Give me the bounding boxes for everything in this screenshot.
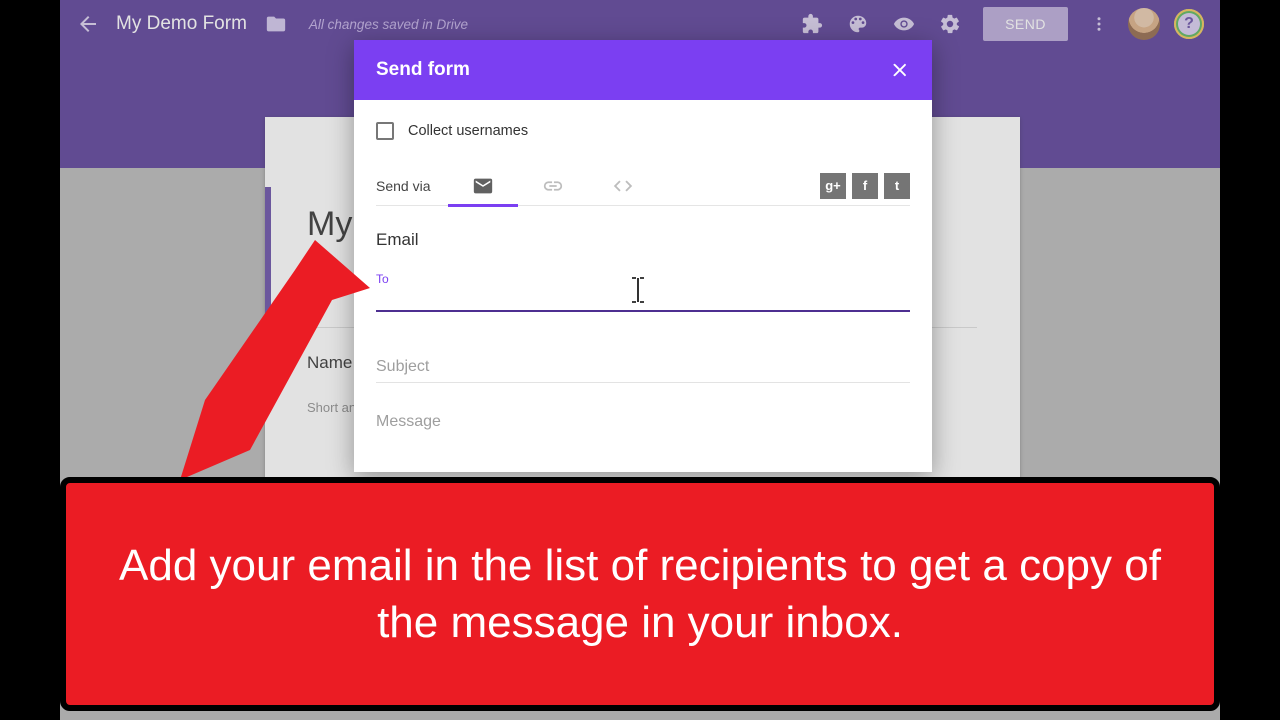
subject-placeholder: Subject — [376, 358, 429, 375]
more-vert-icon[interactable] — [1090, 13, 1108, 35]
question-type-fragment: Short an — [307, 400, 356, 415]
to-field[interactable]: To — [376, 272, 910, 312]
share-facebook-icon[interactable]: f — [852, 173, 878, 199]
instruction-text: Add your email in the list of recipients… — [92, 537, 1188, 651]
collect-usernames-row[interactable]: Collect usernames — [376, 114, 910, 148]
help-icon[interactable]: ? — [1174, 9, 1204, 39]
settings-gear-icon[interactable] — [939, 13, 961, 35]
tab-embed[interactable] — [588, 166, 658, 206]
tab-email[interactable] — [448, 166, 518, 206]
instruction-banner: Add your email in the list of recipients… — [60, 477, 1220, 711]
share-googleplus-icon[interactable]: g+ — [820, 173, 846, 199]
palette-icon[interactable] — [847, 13, 869, 35]
save-status: All changes saved in Drive — [309, 17, 468, 32]
account-avatar[interactable] — [1128, 8, 1160, 40]
message-field[interactable]: Message — [376, 413, 910, 431]
send-form-dialog: Send form Collect usernames Send via — [354, 40, 932, 472]
document-title[interactable]: My Demo Form — [116, 13, 247, 35]
close-icon[interactable] — [890, 60, 910, 80]
back-arrow-icon[interactable] — [76, 12, 100, 36]
tab-link[interactable] — [518, 166, 588, 206]
embed-icon — [612, 175, 634, 197]
share-twitter-icon[interactable]: t — [884, 173, 910, 199]
subject-field[interactable]: Subject — [376, 358, 910, 383]
collect-usernames-label: Collect usernames — [408, 123, 528, 139]
to-label: To — [376, 272, 910, 286]
dialog-title: Send form — [376, 59, 470, 81]
email-section-heading: Email — [376, 230, 910, 250]
email-icon — [472, 175, 494, 197]
folder-icon[interactable] — [265, 13, 287, 35]
addons-icon[interactable] — [801, 13, 823, 35]
form-accent-bar — [265, 187, 271, 317]
to-input[interactable] — [376, 286, 910, 312]
send-via-label: Send via — [376, 178, 430, 194]
message-placeholder: Message — [376, 413, 441, 430]
link-icon — [542, 175, 564, 197]
preview-eye-icon[interactable] — [893, 13, 915, 35]
dialog-header: Send form — [354, 40, 932, 100]
form-desc-fragment: Form de — [307, 272, 355, 287]
question-title-fragment: Name — [307, 353, 352, 373]
send-via-tabs: Send via g+ f t — [376, 166, 910, 206]
send-button[interactable]: SEND — [983, 7, 1068, 41]
form-title-fragment: My — [307, 205, 352, 244]
collect-usernames-checkbox[interactable] — [376, 122, 394, 140]
